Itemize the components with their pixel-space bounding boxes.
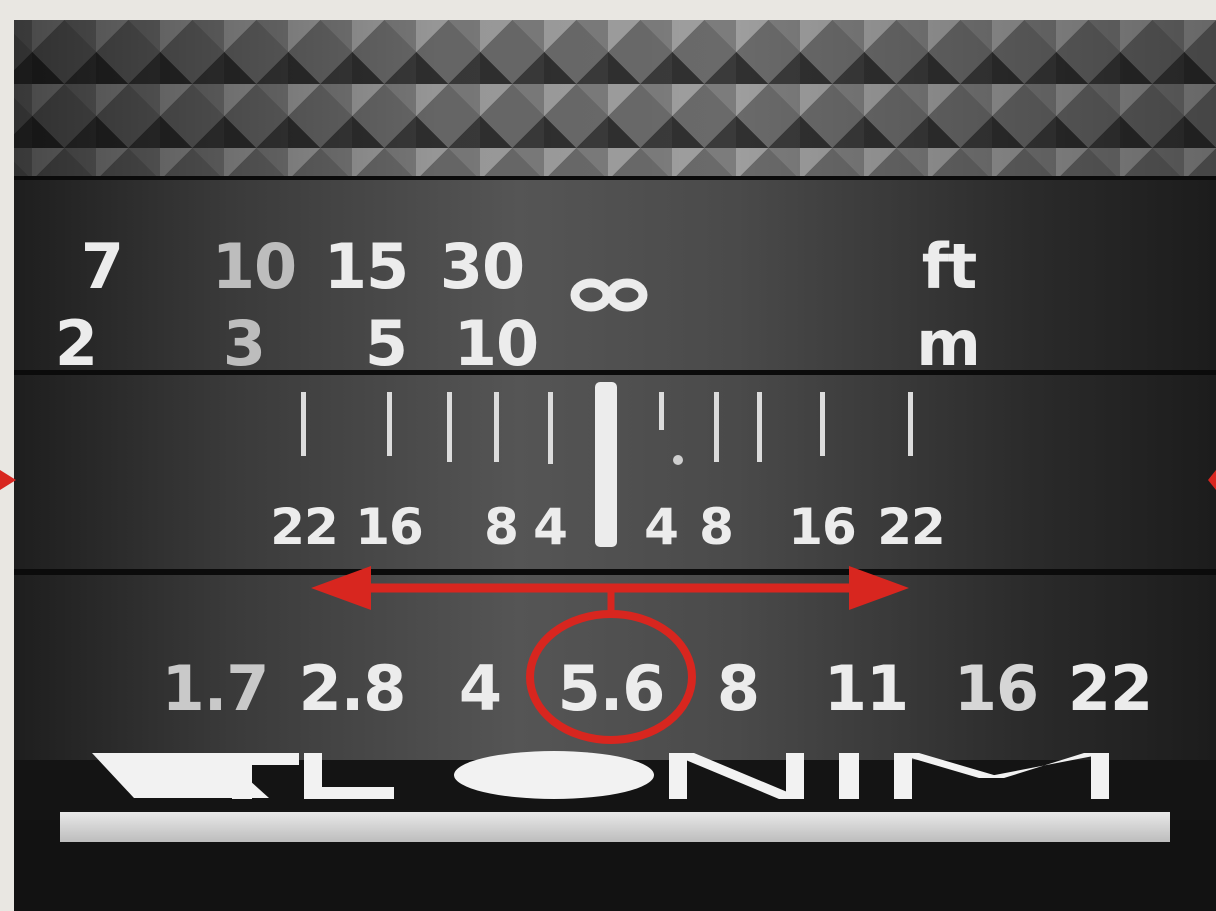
index-marker-right-icon [1208,470,1216,490]
minolta-logo [92,751,1109,799]
lens-barrel: 7 10 15 30 ft 2 3 5 10 m 22 16 8 4 4 8 1… [14,20,1216,911]
index-marker-left-icon [0,470,16,490]
